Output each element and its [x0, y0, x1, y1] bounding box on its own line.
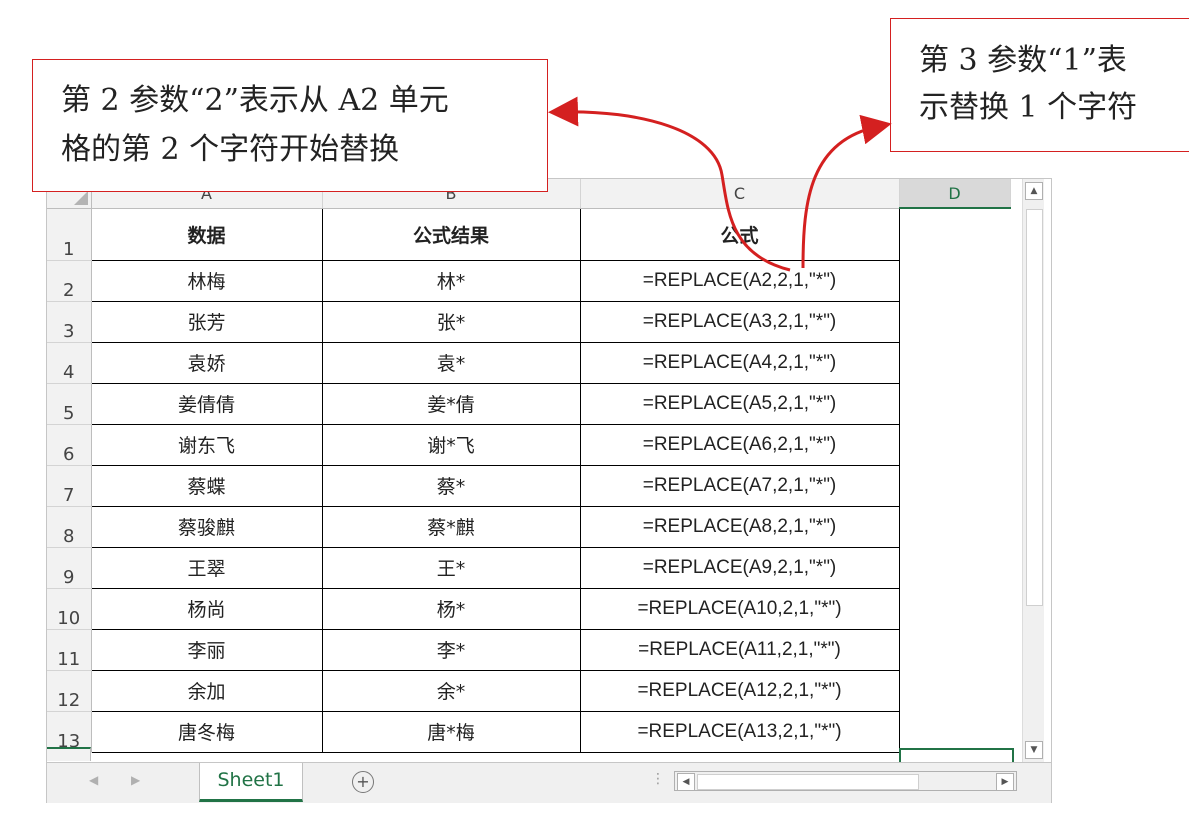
- annotation-arrows: [548, 96, 892, 272]
- arrow-to-param2-callout: [548, 96, 791, 272]
- arrow-to-param3-callout: [801, 114, 892, 269]
